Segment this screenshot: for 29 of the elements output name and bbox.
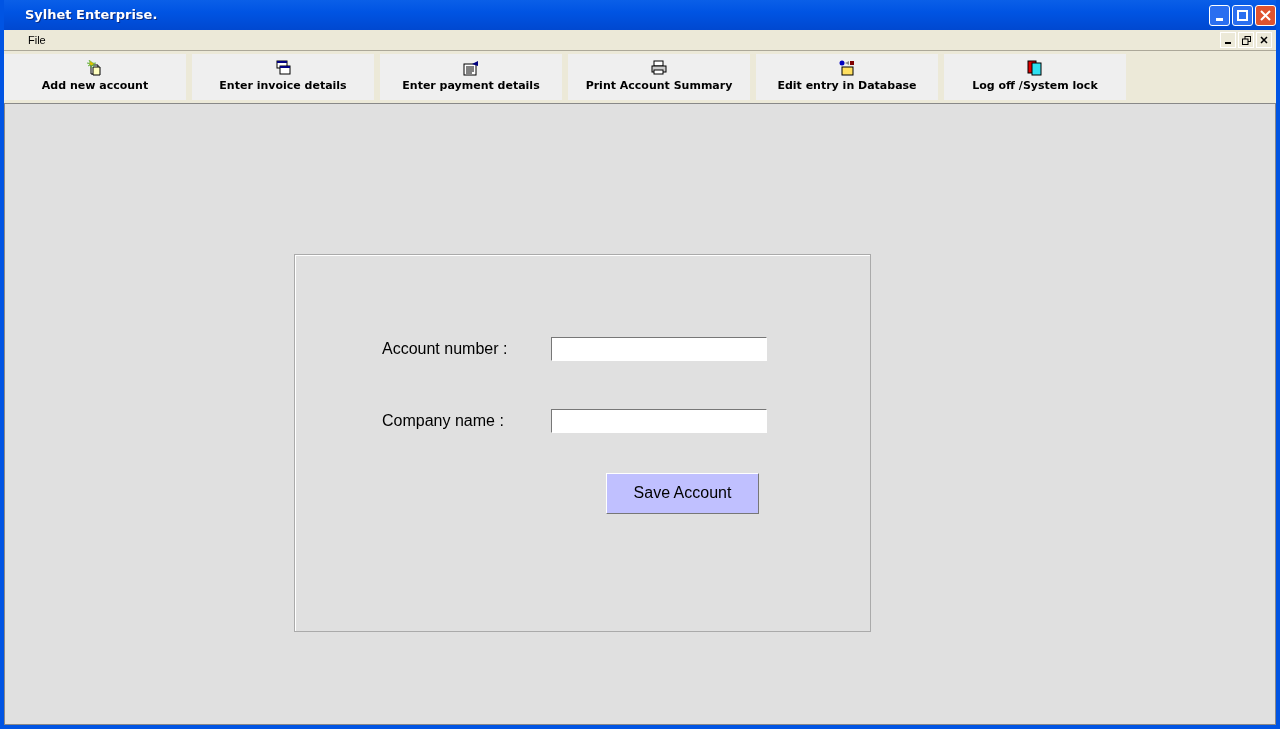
windows-icon <box>275 59 291 76</box>
toolbar-button[interactable]: Enter invoice details <box>192 54 374 100</box>
close-button[interactable] <box>1256 32 1272 48</box>
printer-icon <box>651 59 667 76</box>
restore-icon <box>1241 35 1251 45</box>
input-field[interactable] <box>551 409 767 433</box>
panels-icon <box>1027 59 1043 76</box>
window-title: Sylhet Enterprise. <box>25 6 158 25</box>
field-label: Account number : <box>382 339 509 359</box>
toolbar-button[interactable]: Print Account Summary <box>568 54 750 100</box>
maximize-icon <box>1237 9 1248 21</box>
toolbar-button[interactable]: Enter payment details <box>380 54 562 100</box>
close-icon <box>1260 36 1268 44</box>
menu-item[interactable]: File <box>4 31 54 49</box>
close-icon <box>1260 9 1271 21</box>
toolbar-button[interactable]: Add new account <box>4 54 186 100</box>
form-icon <box>463 59 479 76</box>
minimize-icon <box>1216 17 1223 21</box>
maximize-button[interactable] <box>1232 4 1253 26</box>
save-button[interactable]: Save Account <box>606 472 759 514</box>
minimize-button[interactable] <box>1220 32 1236 48</box>
minimize-icon <box>1225 42 1231 44</box>
restore-button[interactable] <box>1238 32 1254 48</box>
field-label: Company name : <box>382 411 505 431</box>
toolbar-button[interactable]: Log off /System lock <box>944 54 1126 100</box>
page-sparkle-icon <box>87 59 103 76</box>
box-icon <box>839 59 855 76</box>
input-field[interactable] <box>551 337 767 361</box>
toolbar-button[interactable]: Edit entry in Database <box>756 54 938 100</box>
